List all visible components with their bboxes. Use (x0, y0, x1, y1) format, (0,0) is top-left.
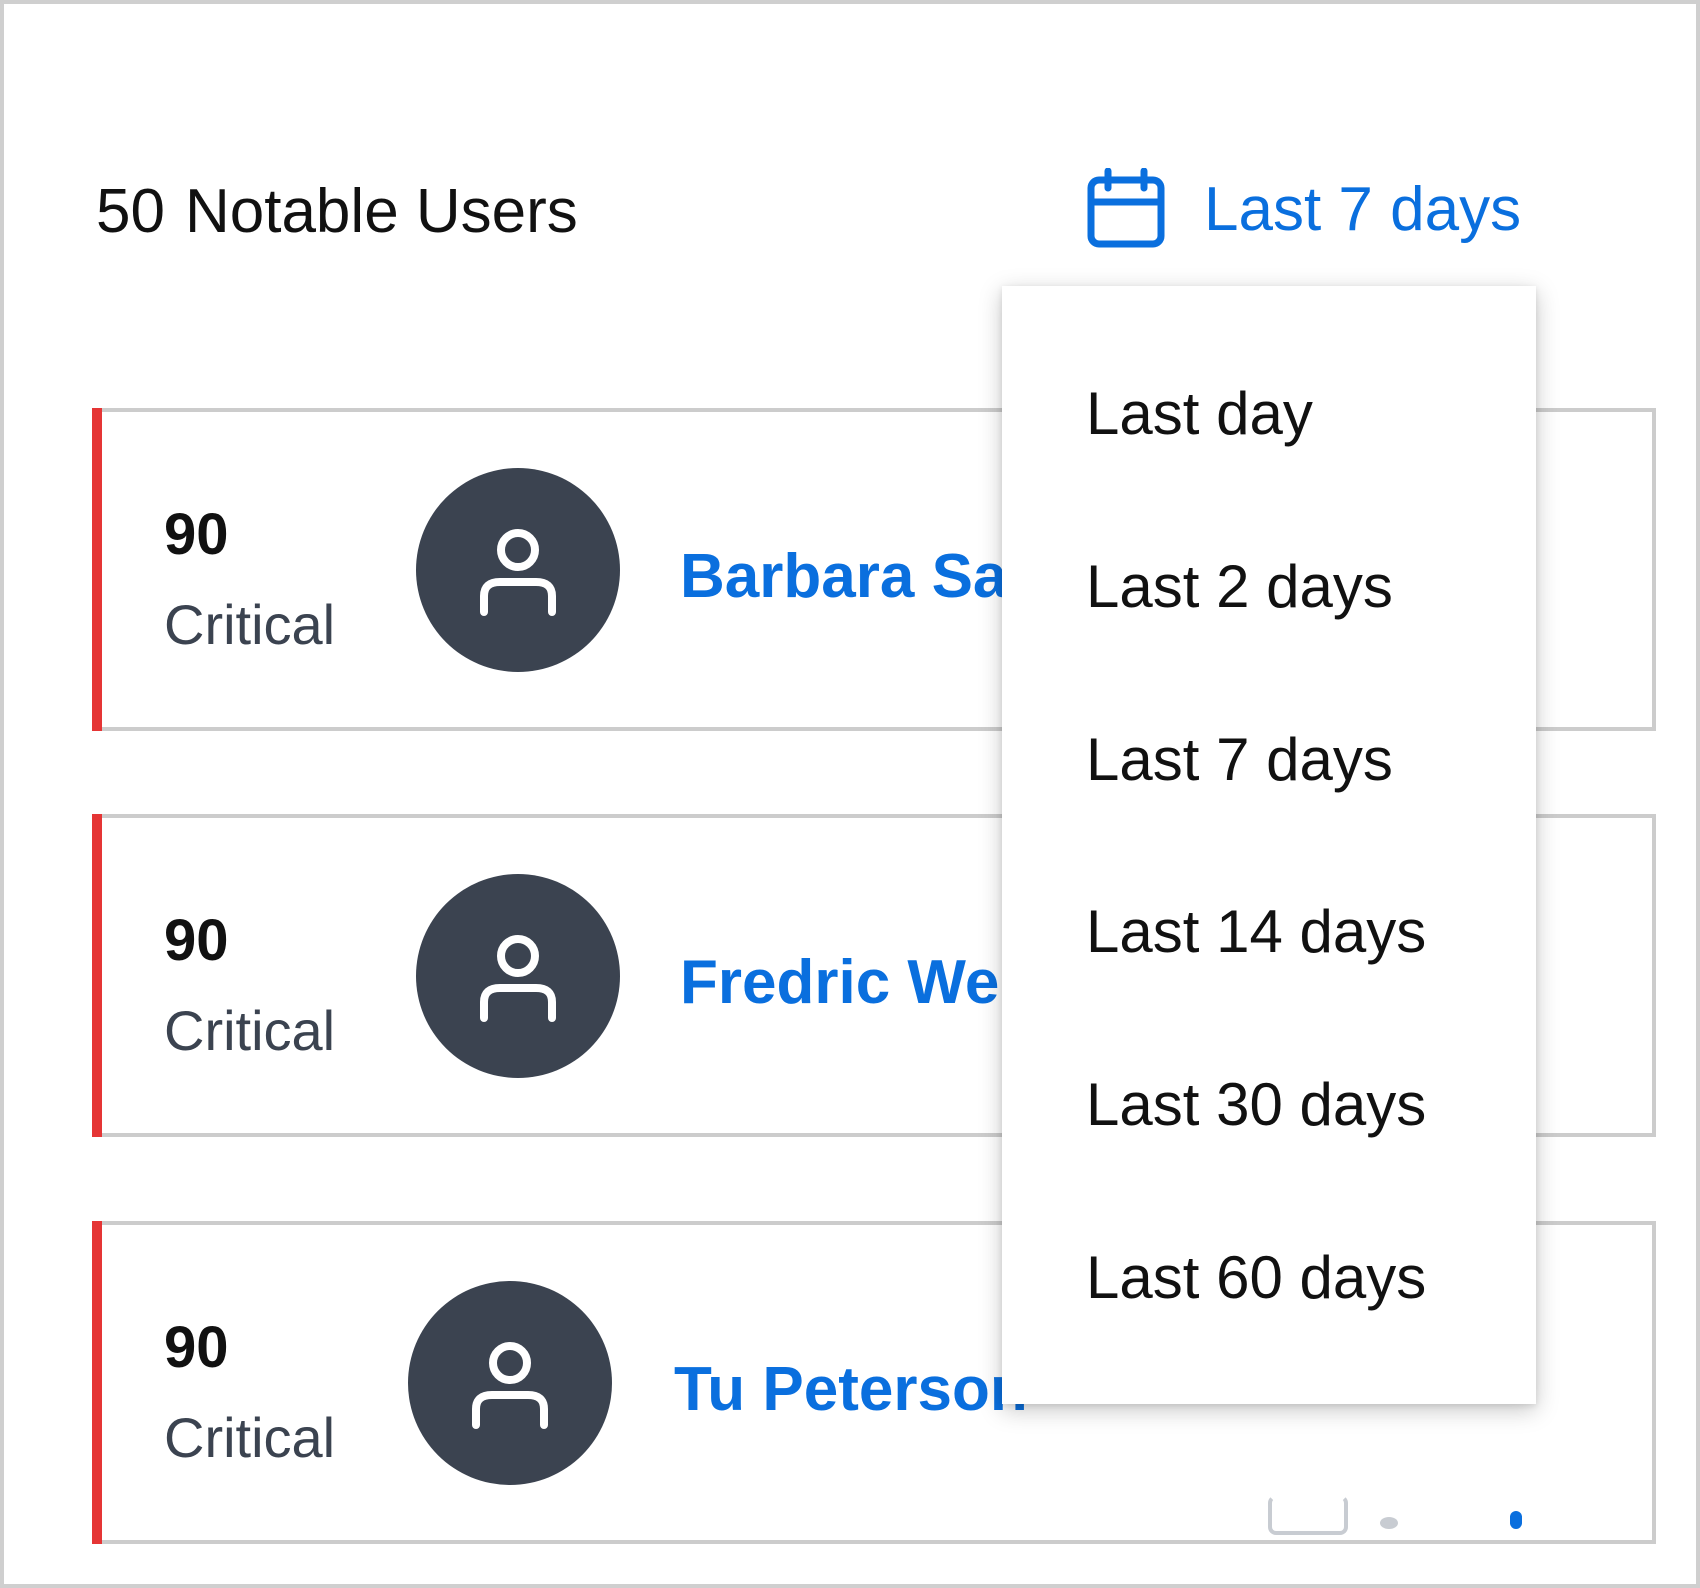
date-range-menu: Last day Last 2 days Last 7 days Last 14… (1002, 286, 1536, 1404)
panel-title: 50 Notable Users (96, 172, 578, 252)
menu-item-last-7-days[interactable]: Last 7 days (1086, 724, 1393, 796)
user-name-link[interactable]: Tu Peterson (674, 1353, 1028, 1427)
user-name-link[interactable]: Barbara Sa (680, 540, 1007, 614)
risk-level: Critical (164, 999, 336, 1062)
critical-accent-bar (92, 408, 102, 731)
user-icon (480, 935, 556, 1022)
menu-item-last-14-days[interactable]: Last 14 days (1086, 896, 1426, 968)
risk-score: 90 (164, 908, 229, 973)
risk-score: 90 (164, 502, 229, 567)
title-text: Notable Users (184, 177, 578, 246)
avatar (408, 1281, 612, 1485)
avatar (416, 874, 620, 1078)
user-name-link[interactable]: Fredric We (680, 946, 999, 1020)
menu-item-last-day[interactable]: Last day (1086, 378, 1313, 450)
notable-users-panel: 50 Notable Users Last 7 days 90 Critical … (0, 0, 1700, 1588)
menu-item-last-2-days[interactable]: Last 2 days (1086, 551, 1393, 623)
user-icon (472, 1342, 548, 1429)
card-menu-icon[interactable] (1510, 1511, 1522, 1529)
user-icon (480, 529, 556, 616)
risk-score: 90 (164, 1315, 229, 1380)
user-count: 50 (96, 177, 165, 246)
card-status-dot (1380, 1517, 1398, 1529)
calendar-icon (1087, 168, 1165, 248)
date-range-label: Last 7 days (1204, 174, 1522, 244)
menu-item-last-60-days[interactable]: Last 60 days (1086, 1242, 1426, 1314)
card-action-icon[interactable] (1268, 1495, 1348, 1535)
date-range-picker[interactable]: Last 7 days (1086, 164, 1521, 254)
menu-item-last-30-days[interactable]: Last 30 days (1086, 1069, 1426, 1141)
critical-accent-bar (92, 1221, 102, 1544)
critical-accent-bar (92, 814, 102, 1137)
risk-level: Critical (164, 593, 336, 656)
avatar (416, 468, 620, 672)
risk-level: Critical (164, 1406, 336, 1469)
